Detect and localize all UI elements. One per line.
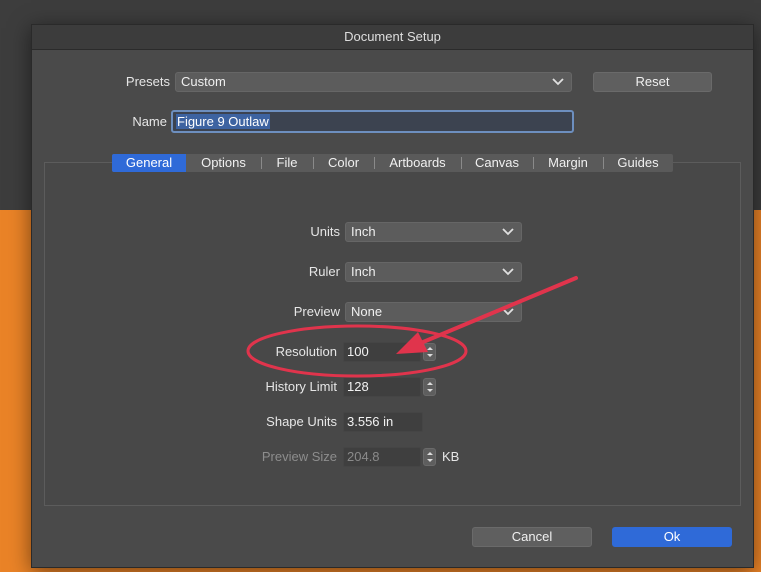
tab-guides[interactable]: Guides [603,154,673,172]
tab-canvas[interactable]: Canvas [461,154,533,172]
preview-size-input: 204.8 [343,447,421,467]
tab-artboards[interactable]: Artboards [374,154,461,172]
preview-label: Preview [293,304,340,319]
units-value: Inch [351,224,376,239]
reset-button[interactable]: Reset [593,72,712,92]
tab-color[interactable]: Color [313,154,374,172]
resolution-label: Resolution [275,344,337,359]
preview-size-stepper [423,448,436,466]
shape-units-label: Shape Units [266,414,337,429]
preview-value: None [351,304,383,319]
presets-dropdown[interactable]: Custom [175,72,572,92]
resolution-input[interactable]: 100 [343,342,421,362]
ok-button[interactable]: Ok [612,527,732,547]
ruler-value: Inch [351,264,376,279]
cancel-button[interactable]: Cancel [472,527,592,547]
stepper-arrows-icon [427,347,433,357]
stepper-arrows-icon [427,382,433,392]
presets-label: Presets [125,74,170,89]
preview-size-unit: KB [442,449,460,464]
name-input[interactable]: Figure 9 Outlaw [171,110,574,133]
shape-units-input[interactable]: 3.556 in [343,412,423,432]
document-setup-dialog: Document Setup Presets Custom Reset Name… [31,24,754,568]
name-label: Name [132,114,167,129]
dialog-title: Document Setup [32,25,753,50]
ruler-label: Ruler [308,264,340,279]
history-limit-stepper[interactable] [423,378,436,396]
chevron-down-icon [502,268,514,276]
tab-general[interactable]: General [112,154,186,172]
chevron-down-icon [502,228,514,236]
tab-margin[interactable]: Margin [533,154,603,172]
preview-dropdown[interactable]: None [345,302,522,322]
preview-size-label: Preview Size [261,449,337,464]
history-limit-input[interactable]: 128 [343,377,421,397]
tab-file[interactable]: File [261,154,313,172]
resolution-stepper[interactable] [423,343,436,361]
tab-bar: General Options File Color Artboards Can… [112,154,673,172]
units-dropdown[interactable]: Inch [345,222,522,242]
history-limit-label: History Limit [265,379,337,394]
chevron-down-icon [502,308,514,316]
tab-options[interactable]: Options [186,154,261,172]
presets-value: Custom [181,74,226,89]
name-value: Figure 9 Outlaw [176,114,270,129]
ruler-dropdown[interactable]: Inch [345,262,522,282]
stepper-arrows-icon [427,452,433,462]
chevron-down-icon [552,78,564,86]
units-label: Units [310,224,340,239]
